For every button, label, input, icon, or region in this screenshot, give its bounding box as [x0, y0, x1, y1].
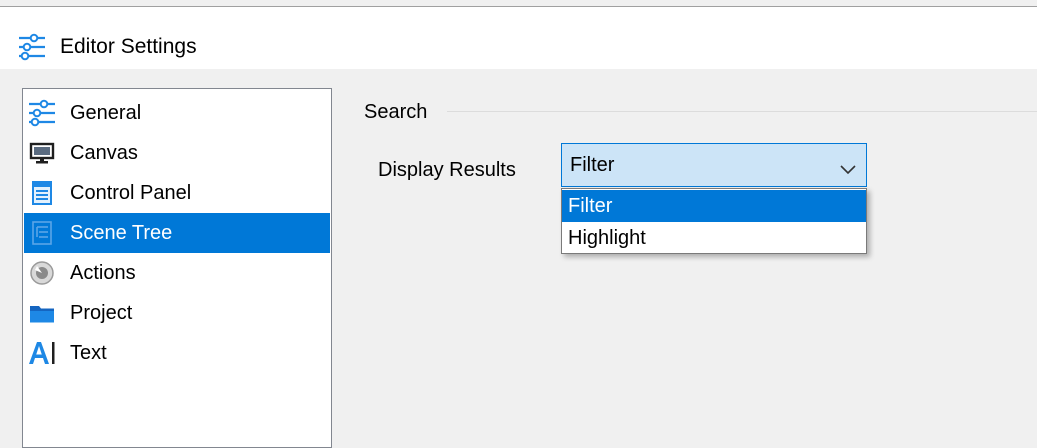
settings-category-list[interactable]: General Canvas Control Panel Scene Tree … — [22, 88, 332, 448]
nav-item-text[interactable]: Text — [24, 333, 330, 373]
search-group-label: Search — [364, 101, 428, 123]
nav-item-actions[interactable]: Actions — [24, 253, 330, 293]
display-results-dropdown-list[interactable]: Filter Highlight — [561, 188, 867, 254]
nav-item-control-panel[interactable]: Control Panel — [24, 173, 330, 213]
option-label: Filter — [568, 195, 613, 217]
nav-item-scene-tree[interactable]: Scene Tree — [24, 213, 330, 253]
dropdown-option-highlight[interactable]: Highlight — [562, 222, 866, 254]
window-title: Editor Settings — [60, 35, 197, 58]
display-results-label: Display Results — [378, 159, 516, 181]
nav-item-label: Control Panel — [70, 182, 192, 204]
nav-item-canvas[interactable]: Canvas — [24, 133, 330, 173]
scene-tree-icon — [28, 219, 56, 247]
settings-sliders-icon — [18, 33, 46, 61]
dropdown-option-filter[interactable]: Filter — [562, 190, 866, 222]
group-divider — [447, 111, 1037, 112]
nav-item-label: Actions — [70, 262, 136, 284]
option-label: Highlight — [568, 227, 646, 249]
nav-item-label: Scene Tree — [70, 222, 173, 244]
nav-item-label: Text — [70, 342, 107, 364]
nav-item-label: Canvas — [70, 142, 138, 164]
nav-item-label: General — [70, 102, 142, 124]
folder-icon — [28, 299, 56, 327]
nav-item-project[interactable]: Project — [24, 293, 330, 333]
monitor-icon — [28, 139, 56, 167]
control-panel-icon — [28, 179, 56, 207]
settings-sliders-icon — [28, 99, 56, 127]
nav-item-label: Project — [70, 302, 133, 324]
actions-icon — [28, 259, 56, 287]
chevron-down-icon[interactable] — [840, 158, 856, 175]
display-results-combobox[interactable]: Filter — [561, 143, 867, 187]
combobox-value: Filter — [570, 154, 615, 176]
text-icon — [28, 339, 56, 367]
nav-item-general[interactable]: General — [24, 93, 330, 133]
title-bar: Editor Settings — [0, 7, 1037, 69]
